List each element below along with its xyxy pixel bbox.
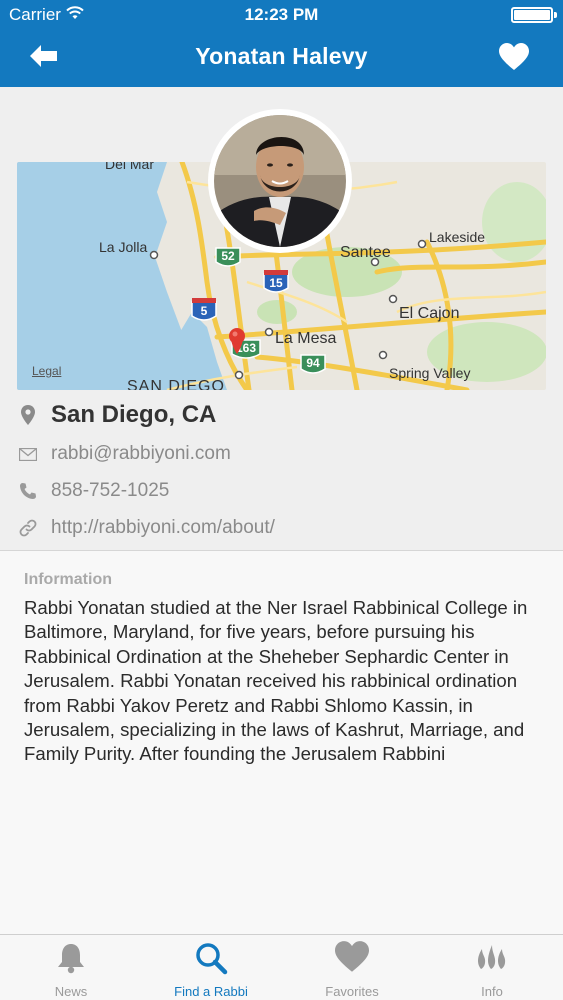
shield-label-52: 52 — [221, 249, 235, 263]
heart-icon — [335, 941, 369, 972]
status-bar: Carrier 12:23 PM — [0, 0, 563, 30]
flames-icon — [478, 945, 506, 969]
tab-find-a-rabbi[interactable]: Find a Rabbi — [141, 935, 281, 1000]
tab-label: Info — [481, 984, 503, 999]
bell-icon — [58, 944, 84, 974]
shield-label-15: 15 — [269, 276, 283, 290]
phone-icon — [18, 481, 38, 501]
tab-label: News — [54, 984, 88, 999]
location-pin-icon — [18, 405, 38, 425]
tab-bar: News Find a Rabbi Favorites Info — [0, 934, 563, 1000]
tab-info[interactable]: Info — [422, 935, 562, 1000]
profile-section: 52 15 5 163 94 Del Mar La Jolla Santee L… — [0, 87, 563, 550]
email-link[interactable]: rabbi@rabbiyoni.com — [51, 443, 231, 465]
map-label: Lakeside — [429, 229, 486, 245]
tab-label: Favorites — [325, 984, 379, 999]
tab-favorites[interactable]: Favorites — [282, 935, 422, 1000]
map-label: La Jolla — [99, 239, 148, 255]
shield-label-5: 5 — [201, 304, 208, 318]
tab-label: Find a Rabbi — [174, 984, 248, 999]
website-row[interactable]: http://rabbiyoni.com/about/ — [18, 513, 275, 543]
page-title: Yonatan Halevy — [195, 43, 368, 69]
map-label: El Cajon — [399, 305, 460, 322]
shield-label-94: 94 — [306, 356, 320, 370]
favorite-button[interactable] — [499, 43, 529, 71]
map-label: Del Mar — [105, 162, 155, 172]
map-label: Spring Valley — [389, 365, 471, 381]
tab-news[interactable]: News — [1, 935, 141, 1000]
header: Carrier 12:23 PM Yonatan Halevy — [0, 0, 563, 87]
avatar — [208, 109, 352, 253]
map-label: Santee — [340, 244, 391, 261]
map-label: SAN DIEGO — [127, 378, 225, 390]
search-icon — [196, 943, 228, 975]
battery-icon — [511, 7, 557, 23]
location-text: San Diego, CA — [51, 401, 217, 428]
map-label: La Mesa — [275, 330, 337, 347]
link-icon — [18, 518, 38, 538]
phone-row[interactable]: 858-752-1025 — [18, 476, 169, 506]
location-row: San Diego, CA — [18, 400, 216, 430]
phone-link[interactable]: 858-752-1025 — [51, 480, 169, 502]
information-heading: Information — [24, 571, 112, 588]
clock: 12:23 PM — [244, 5, 319, 24]
website-link[interactable]: http://rabbiyoni.com/about/ — [51, 517, 275, 539]
envelope-icon — [18, 444, 38, 464]
map-legal-link[interactable]: Legal — [32, 364, 61, 378]
heart-icon — [499, 43, 529, 70]
email-row[interactable]: rabbi@rabbiyoni.com — [18, 439, 231, 469]
information-section: Information Rabbi Yonatan studied at the… — [0, 550, 563, 935]
information-body: Rabbi Yonatan studied at the Ner Israel … — [24, 597, 528, 765]
